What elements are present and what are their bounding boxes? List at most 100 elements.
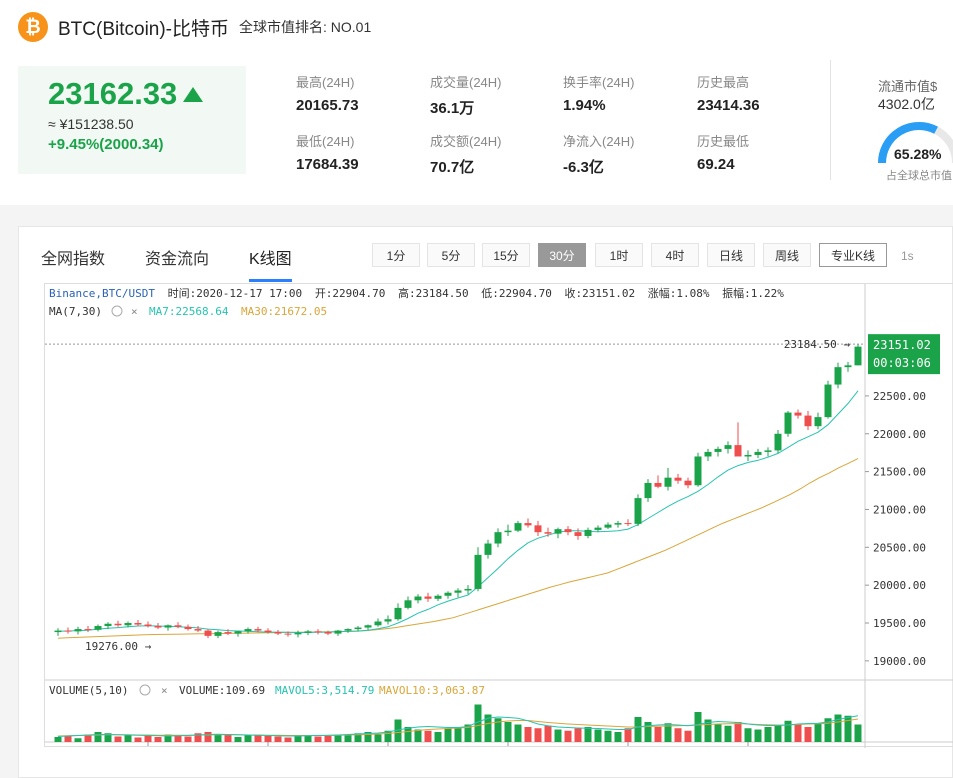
info-change: 涨幅:1.08% xyxy=(648,287,710,300)
info-symbol: Binance,BTC/USDT xyxy=(49,287,155,300)
stat-value: 23414.36 xyxy=(697,97,760,114)
stat-value: 36.1万 xyxy=(430,100,475,117)
interval-30m[interactable]: 30分 xyxy=(538,243,586,267)
up-arrow-icon xyxy=(183,86,204,102)
volume-bar xyxy=(544,725,552,742)
volume-bar xyxy=(284,737,292,742)
candles xyxy=(54,344,862,639)
candle-body xyxy=(124,623,132,626)
tab-fund-flow[interactable]: 资金流向 xyxy=(145,245,209,269)
candle-body xyxy=(374,621,382,626)
ma-settings-icon[interactable] xyxy=(111,305,123,317)
volume-bar xyxy=(204,732,212,742)
volume-bar xyxy=(154,737,162,742)
kline-chart-frame: 22500.00 22000.00 21500.00 21000.00 20500.00… xyxy=(44,283,953,761)
ma30-line xyxy=(57,458,859,639)
candle-body xyxy=(844,365,852,368)
volume-bar xyxy=(314,736,322,742)
volume-bar xyxy=(504,722,512,742)
volume-bar xyxy=(774,724,782,742)
chart-info-line: Binance,BTC/USDT 时间:2020-12-17 17:00 开:2… xyxy=(49,286,784,300)
stat-label: 成交量(24H) xyxy=(430,75,502,90)
volume-bar xyxy=(594,729,602,742)
y-tick-label: 22500.00 xyxy=(873,390,926,403)
interval-1h[interactable]: 1时 xyxy=(595,243,643,267)
candle-body xyxy=(244,629,252,632)
stat-label: 净流入(24H) xyxy=(563,134,635,149)
volume-bar xyxy=(514,724,522,742)
kline-chart[interactable]: 22500.00 22000.00 21500.00 21000.00 20500.00… xyxy=(45,284,953,761)
volume-settings-icon[interactable] xyxy=(139,684,151,696)
candle-body xyxy=(814,417,822,427)
candle-body xyxy=(534,525,542,533)
stat-high-24h: 最高(24H) 20165.73 xyxy=(296,72,359,114)
price-box: 23162.33 ≈ ¥151238.50 +9.45%(2000.34) xyxy=(18,66,246,174)
volume-bar xyxy=(374,734,382,742)
stat-ath: 历史最高 23414.36 xyxy=(697,72,760,114)
candle-body xyxy=(474,554,482,589)
candle-body xyxy=(724,445,732,449)
candle-body xyxy=(344,629,352,631)
candle-body xyxy=(154,626,162,628)
volume-bar xyxy=(344,735,352,742)
volume-bar xyxy=(264,736,272,742)
max-price-label: 23184.50 → xyxy=(784,338,851,351)
volume-bar xyxy=(64,735,72,742)
candle-body xyxy=(644,482,652,499)
volume-bar xyxy=(814,723,822,742)
candle-body xyxy=(554,529,562,534)
interval-weekly[interactable]: 周线 xyxy=(763,243,811,267)
stat-value: 17684.39 xyxy=(296,156,359,173)
stat-label: 历史最高 xyxy=(697,75,750,90)
tab-index[interactable]: 全网指数 xyxy=(41,245,105,269)
info-open: 开:22904.70 xyxy=(315,287,386,300)
current-price: 23162.33 xyxy=(48,76,204,112)
info-time: 时间:2020-12-17 17:00 xyxy=(168,287,303,300)
interval-4h[interactable]: 4时 xyxy=(651,243,699,267)
volume-bar xyxy=(424,730,432,742)
interval-1s[interactable]: 1s xyxy=(901,249,914,263)
volume-bar xyxy=(564,730,572,742)
current-price-tag-value: 23151.02 xyxy=(873,338,931,352)
candle-body xyxy=(584,529,592,536)
candle-body xyxy=(524,523,532,526)
volume-close-icon[interactable]: × xyxy=(161,684,168,697)
interval-daily[interactable]: 日线 xyxy=(707,243,755,267)
volume-bar xyxy=(674,728,682,742)
volume-bar xyxy=(274,736,282,742)
ma7-legend: MA7:22568.64 xyxy=(149,305,229,318)
candle-body xyxy=(144,624,152,627)
market-cap-label: 流通市值$ xyxy=(878,79,938,94)
volume-bar xyxy=(124,735,132,742)
candle-body xyxy=(544,532,552,534)
candle-body xyxy=(194,629,202,631)
price-cny: ≈ ¥151238.50 xyxy=(48,116,134,132)
candle-body xyxy=(54,630,62,633)
market-share-label: 占全球总市值 xyxy=(886,170,952,182)
candle-body xyxy=(254,629,262,631)
stat-amount-24h: 成交额(24H) 70.7亿 xyxy=(430,131,502,177)
candle-body xyxy=(284,633,292,635)
interval-5m[interactable]: 5分 xyxy=(427,243,475,267)
volume-bar xyxy=(114,736,122,742)
candle-body xyxy=(64,630,72,632)
interval-1m[interactable]: 1分 xyxy=(372,243,420,267)
candle-body xyxy=(84,629,92,631)
volume-bar xyxy=(214,735,222,742)
candle-body xyxy=(414,596,422,601)
volume-bar xyxy=(634,717,642,742)
volume-bar xyxy=(604,730,612,742)
volume-bar xyxy=(744,728,752,742)
candle-body xyxy=(804,415,812,427)
candle-body xyxy=(734,445,742,457)
candle-body xyxy=(354,627,362,630)
tab-kline[interactable]: K线图 xyxy=(249,245,292,269)
volume-bar xyxy=(144,735,152,742)
candle-body xyxy=(334,630,342,634)
info-low: 低:22904.70 xyxy=(481,287,552,300)
candle-body xyxy=(234,631,242,634)
volume-bar xyxy=(184,736,192,742)
ma-close-icon[interactable]: × xyxy=(131,305,138,318)
pro-kline-button[interactable]: 专业K线 xyxy=(819,243,887,267)
interval-15m[interactable]: 15分 xyxy=(482,243,530,267)
